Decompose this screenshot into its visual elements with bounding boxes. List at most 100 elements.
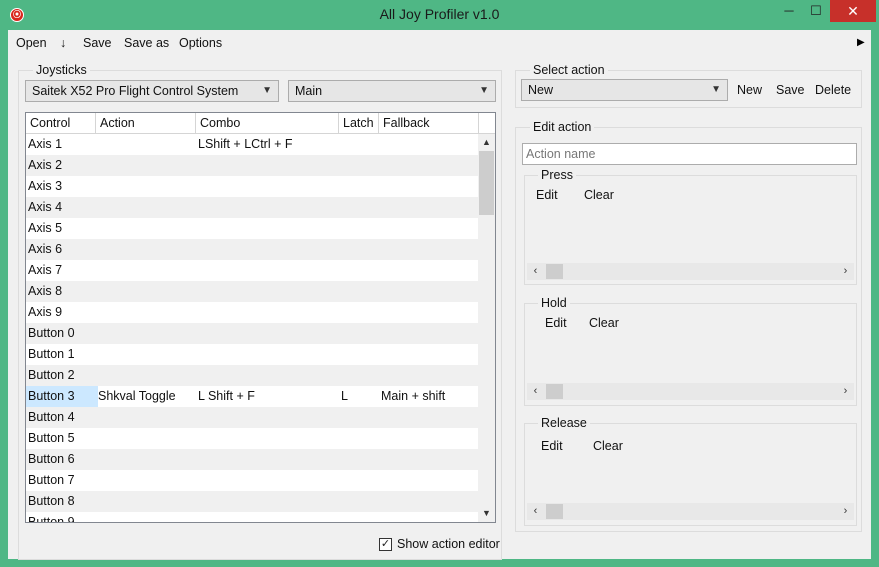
cell-control[interactable]: Button 1 [26,344,98,365]
cell-control[interactable]: Axis 4 [26,197,98,218]
cell-action[interactable] [96,176,198,197]
cell-action[interactable] [96,218,198,239]
cell-action[interactable] [96,512,198,522]
cell-action[interactable] [96,470,198,491]
cell-control[interactable]: Axis 1 [26,134,98,155]
column-header-fallback[interactable]: Fallback [379,113,479,133]
table-row[interactable]: Axis 8 [26,281,478,302]
cell-control[interactable]: Button 4 [26,407,98,428]
cell-latch[interactable] [339,281,381,302]
cell-latch[interactable] [339,491,381,512]
press-edit-button[interactable]: Edit [536,188,558,202]
scrollbar-thumb[interactable] [479,151,494,215]
cell-combo[interactable] [196,512,341,522]
menu-options[interactable]: Options [179,36,222,50]
cell-combo[interactable] [196,449,341,470]
cell-latch[interactable] [339,428,381,449]
cell-fallback[interactable] [379,218,480,239]
scroll-right-icon[interactable]: › [837,383,854,400]
table-row[interactable]: Axis 3 [26,176,478,197]
cell-control[interactable]: Axis 3 [26,176,98,197]
table-row[interactable]: Axis 9 [26,302,478,323]
table-row[interactable]: Button 8 [26,491,478,512]
cell-fallback[interactable] [379,239,480,260]
cell-fallback[interactable] [379,281,480,302]
table-row[interactable]: Axis 6 [26,239,478,260]
cell-action[interactable] [96,323,198,344]
scrollbar-thumb[interactable] [546,384,563,399]
cell-action[interactable] [96,449,198,470]
table-row[interactable]: Axis 1 LShift + LCtrl + F [26,134,478,155]
delete-action-button[interactable]: Delete [815,83,851,97]
show-action-editor-checkbox[interactable]: ✓ [379,538,392,551]
cell-fallback[interactable] [379,365,480,386]
cell-control[interactable]: Button 7 [26,470,98,491]
cell-latch[interactable] [339,449,381,470]
column-header-combo[interactable]: Combo [196,113,339,133]
cell-fallback[interactable] [379,134,480,155]
cell-action[interactable] [96,491,198,512]
scrollbar-thumb[interactable] [546,504,563,519]
cell-fallback[interactable] [379,176,480,197]
cell-combo[interactable] [196,218,341,239]
save-action-button[interactable]: Save [776,83,805,97]
cell-control[interactable]: Button 8 [26,491,98,512]
cell-combo[interactable] [196,302,341,323]
cell-latch[interactable] [339,197,381,218]
cell-combo[interactable] [196,344,341,365]
cell-combo[interactable]: L Shift + F [196,386,341,407]
cell-action[interactable] [96,260,198,281]
hold-edit-button[interactable]: Edit [545,316,567,330]
cell-combo[interactable] [196,281,341,302]
cell-control[interactable]: Button 6 [26,449,98,470]
scrollbar-thumb[interactable] [546,264,563,279]
cell-combo[interactable] [196,365,341,386]
minimize-button[interactable]: ─ [776,0,802,22]
scroll-left-icon[interactable]: ‹ [527,383,544,400]
cell-fallback[interactable] [379,512,480,522]
release-horizontal-scrollbar[interactable]: ‹ › [527,503,854,520]
grid-vertical-scrollbar[interactable]: ▲ ▼ [478,134,495,522]
action-name-input[interactable]: Action name [522,143,857,165]
cell-combo[interactable] [196,470,341,491]
scroll-right-icon[interactable]: › [837,263,854,280]
cell-latch[interactable] [339,407,381,428]
cell-action[interactable]: Shkval Toggle [96,386,198,407]
cell-latch[interactable] [339,470,381,491]
cell-control[interactable]: Axis 7 [26,260,98,281]
table-row[interactable]: Button 4 [26,407,478,428]
table-row[interactable]: Axis 4 [26,197,478,218]
cell-fallback[interactable] [379,449,480,470]
scroll-up-icon[interactable]: ▲ [478,134,495,151]
cell-fallback[interactable] [379,428,480,449]
cell-action[interactable] [96,281,198,302]
scroll-down-icon[interactable]: ▼ [478,505,495,522]
cell-latch[interactable] [339,155,381,176]
cell-latch[interactable] [339,239,381,260]
cell-fallback[interactable] [379,323,480,344]
cell-action[interactable] [96,197,198,218]
maximize-button[interactable]: ☐ [803,0,829,22]
menu-overflow-icon[interactable]: ▶ [857,37,865,48]
cell-latch[interactable]: L [339,386,381,407]
cell-control[interactable]: Button 9 [26,512,98,522]
cell-control[interactable]: Button 0 [26,323,98,344]
cell-combo[interactable] [196,239,341,260]
controls-grid[interactable]: Control Action Combo Latch Fallback Axis… [25,112,496,523]
cell-control[interactable]: Axis 6 [26,239,98,260]
cell-fallback[interactable] [379,260,480,281]
cell-latch[interactable] [339,323,381,344]
cell-combo[interactable] [196,176,341,197]
cell-fallback[interactable]: Main + shift [379,386,480,407]
cell-combo[interactable] [196,407,341,428]
table-row[interactable]: Button 7 [26,470,478,491]
table-row[interactable]: Button 1 [26,344,478,365]
press-clear-button[interactable]: Clear [584,188,614,202]
table-row[interactable]: Axis 2 [26,155,478,176]
column-header-control[interactable]: Control [26,113,96,133]
cell-action[interactable] [96,407,198,428]
scroll-left-icon[interactable]: ‹ [527,263,544,280]
press-horizontal-scrollbar[interactable]: ‹ › [527,263,854,280]
cell-latch[interactable] [339,134,381,155]
new-action-button[interactable]: New [737,83,762,97]
